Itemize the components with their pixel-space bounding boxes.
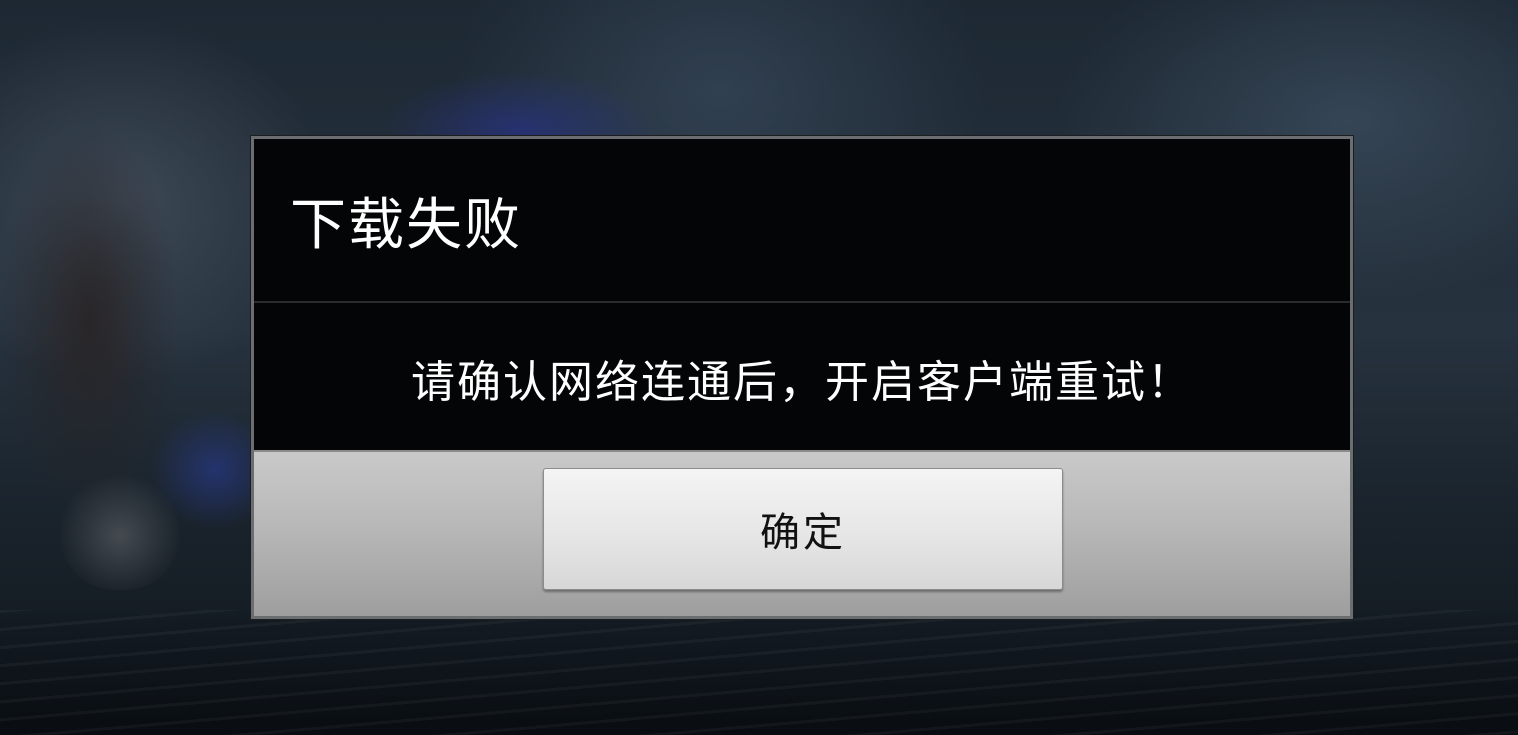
download-failed-dialog: 下载失败 请确认网络连通后，开启客户端重试！ 确定 — [251, 136, 1353, 619]
dialog-message: 请确认网络连通后，开启客户端重试！ — [411, 357, 1193, 408]
dialog-button-bar: 确定 — [254, 450, 1350, 616]
dialog-title: 下载失败 — [290, 192, 522, 258]
background-floor — [0, 610, 1518, 735]
confirm-button[interactable]: 确定 — [543, 468, 1063, 590]
game-screen: 下载失败 请确认网络连通后，开启客户端重试！ 确定 — [0, 0, 1518, 735]
